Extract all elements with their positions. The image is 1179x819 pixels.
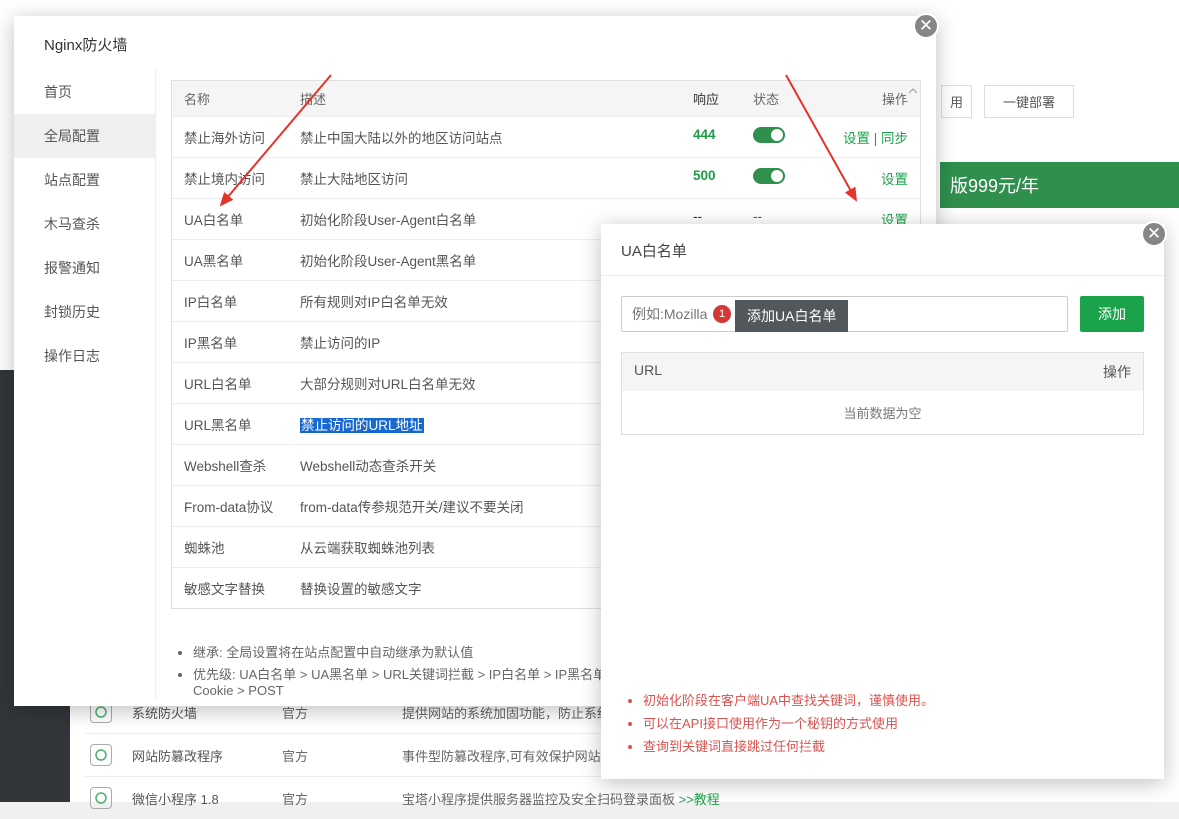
cell-resp: 500 <box>693 168 753 188</box>
row-icon <box>90 787 112 809</box>
row-author: 官方 <box>282 789 382 808</box>
tip-item: 查询到关键词直接跳过任何拦截 <box>643 736 1144 755</box>
cell-name: 禁止海外访问 <box>184 127 300 147</box>
cell-name: 禁止境内访问 <box>184 168 300 188</box>
tooltip: 添加UA白名单 <box>735 300 848 332</box>
sidebar-item-2[interactable]: 站点配置 <box>14 158 155 202</box>
row-icon <box>90 744 112 766</box>
bg-list-row: 微信小程序 1.8 官方 宝塔小程序提供服务器监控及安全扫码登录面板 >>教程 <box>85 776 1159 819</box>
row-title[interactable]: 网站防篡改程序 <box>132 746 262 765</box>
sidebar: 首页全局配置站点配置木马查杀报警通知封锁历史操作日志 <box>14 70 156 700</box>
th-resp: 响应 <box>693 89 753 108</box>
cell-desc: 禁止中国大陆以外的地区访问站点 <box>300 127 693 147</box>
empty-text: 当前数据为空 <box>622 391 1143 434</box>
cell-name: From-data协议 <box>184 496 300 516</box>
cell-name: Webshell查杀 <box>184 455 300 475</box>
tip-item: 可以在API接口使用作为一个秘钥的方式使用 <box>643 713 1144 732</box>
cell-name: UA黑名单 <box>184 250 300 270</box>
price-banner: 版999元/年 <box>940 162 1179 208</box>
tip-item: 初始化阶段在客户端UA中查找关键词，谨慎使用。 <box>643 690 1144 709</box>
sidebar-item-0[interactable]: 首页 <box>14 70 155 114</box>
add-button[interactable]: 添加 <box>1080 296 1144 332</box>
table-row: 禁止境内访问禁止大陆地区访问500 设置 <box>172 157 920 198</box>
table-row: 禁止海外访问禁止中国大陆以外的地区访问站点444 设置 | 同步 <box>172 116 920 157</box>
cell-resp: 444 <box>693 127 753 147</box>
step-badge: 1 <box>713 305 731 323</box>
toggle-switch[interactable] <box>753 127 785 143</box>
op-link[interactable]: 设置 <box>881 172 908 187</box>
sidebar-item-4[interactable]: 报警通知 <box>14 246 155 290</box>
sidebar-item-5[interactable]: 封锁历史 <box>14 290 155 334</box>
sidebar-item-1[interactable]: 全局配置 <box>14 114 155 158</box>
cell-name: 蜘蛛池 <box>184 537 300 557</box>
th-op: 操作 <box>823 89 908 108</box>
row-desc: 宝塔小程序提供服务器监控及安全扫码登录面板 >>教程 <box>402 789 1154 808</box>
ua-whitelist-modal: UA白名单 ✕ 1 添加UA白名单 添加 URL 操作 当前数据为空 初始化阶段… <box>601 224 1164 779</box>
close-icon[interactable]: ✕ <box>913 13 939 39</box>
cell-name: IP白名单 <box>184 291 300 311</box>
th-name: 名称 <box>184 89 300 108</box>
tips: 初始化阶段在客户端UA中查找关键词，谨慎使用。可以在API接口使用作为一个秘钥的… <box>621 686 1144 759</box>
cell-name: UA白名单 <box>184 209 300 229</box>
cell-op: 设置 | 同步 <box>823 127 908 147</box>
th-status: 状态 <box>753 89 823 108</box>
cell-name: URL黑名单 <box>184 414 300 434</box>
cell-desc: 禁止大陆地区访问 <box>300 168 693 188</box>
row-title[interactable]: 微信小程序 1.8 <box>132 789 262 808</box>
cell-status <box>753 127 823 147</box>
one-click-deploy-button[interactable]: 一键部署 <box>984 85 1074 118</box>
bg-btn-partial[interactable]: 用 <box>941 85 972 118</box>
th-desc: 描述 <box>300 89 693 108</box>
sub-modal-title: UA白名单 <box>601 224 1164 276</box>
modal-title: Nginx防火墙 <box>14 16 936 70</box>
cell-name: 敏感文字替换 <box>184 578 300 598</box>
cell-name: IP黑名单 <box>184 332 300 352</box>
sidebar-item-3[interactable]: 木马查杀 <box>14 202 155 246</box>
row-author: 官方 <box>282 746 382 765</box>
cell-name: URL白名单 <box>184 373 300 393</box>
cell-status <box>753 168 823 188</box>
sub-th-url: URL <box>634 362 662 382</box>
op-link[interactable]: 设置 | 同步 <box>843 131 908 146</box>
toggle-switch[interactable] <box>753 168 785 184</box>
cell-op: 设置 <box>823 168 908 188</box>
close-icon[interactable]: ✕ <box>1141 221 1167 247</box>
row-link[interactable]: >>教程 <box>679 792 720 807</box>
sidebar-item-6[interactable]: 操作日志 <box>14 334 155 378</box>
sub-th-op: 操作 <box>1103 362 1131 382</box>
